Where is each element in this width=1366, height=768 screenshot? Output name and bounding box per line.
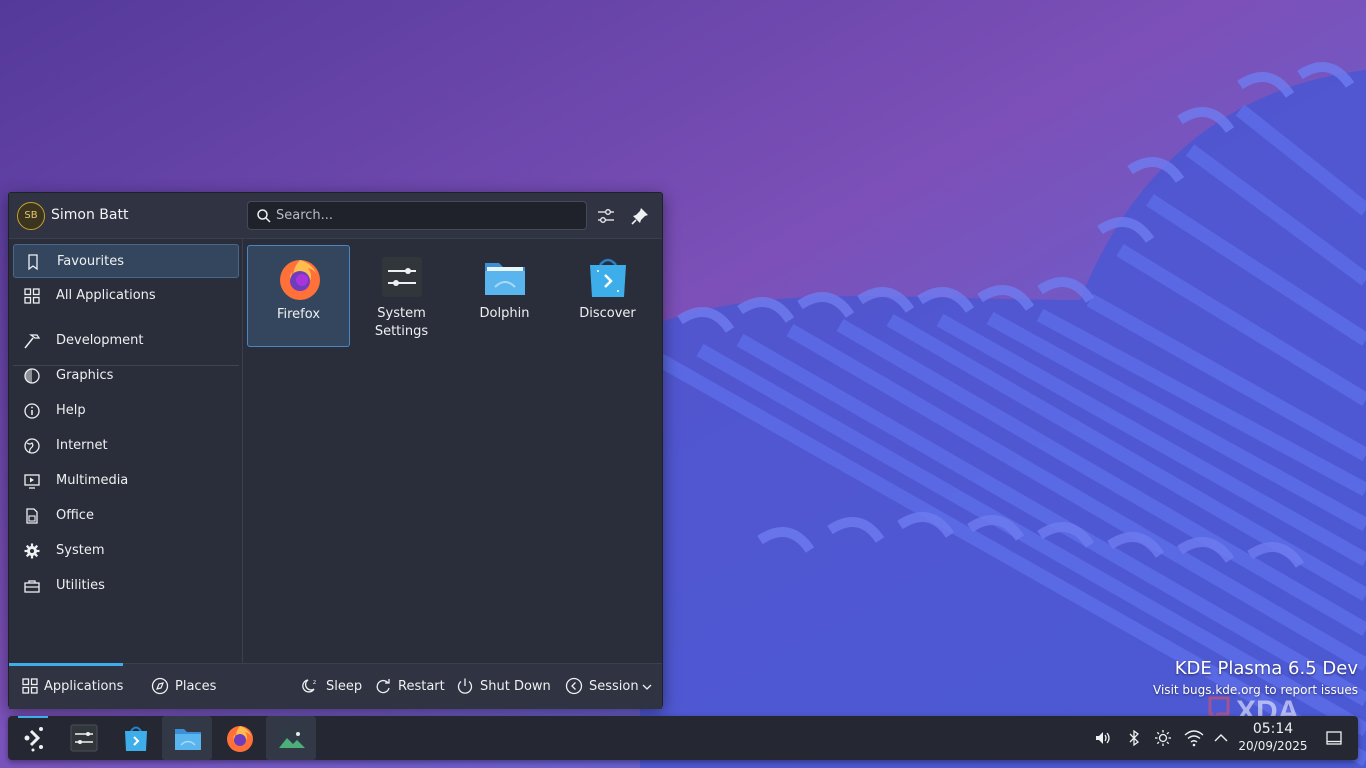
bookmark-icon [28, 254, 38, 271]
sidebar-item-label: Development [56, 333, 144, 348]
info-icon [24, 403, 40, 419]
sleep-label: Sleep [326, 679, 363, 694]
user-name: Simon Batt [51, 207, 129, 223]
favourite-discover[interactable]: Discover [556, 245, 659, 347]
task-firefox[interactable] [214, 716, 264, 760]
sidebar-item-label: System [56, 543, 105, 558]
system-settings-icon [382, 257, 422, 297]
sidebar-item-label: Internet [56, 438, 108, 453]
favourite-label: Firefox [276, 307, 321, 322]
grid-icon [24, 288, 40, 304]
hammer-icon [24, 334, 41, 349]
discover-icon [590, 258, 626, 297]
task-spectacle[interactable] [266, 716, 316, 760]
bluetooth-icon[interactable] [1125, 729, 1143, 747]
sidebar-item-help[interactable]: Help [13, 394, 239, 428]
sleep-icon: z [302, 679, 316, 693]
search-box[interactable] [247, 201, 587, 230]
favourite-dolphin[interactable]: Dolphin [453, 245, 556, 347]
multimedia-icon [24, 474, 40, 489]
sidebar-item-label: All Applications [56, 288, 156, 303]
application-launcher: SB Simon Batt Favourites All Applicat [8, 192, 663, 709]
configure-icon[interactable] [595, 205, 617, 227]
compass-icon [151, 677, 169, 695]
favourite-firefox[interactable]: Firefox [247, 245, 350, 347]
digital-clock[interactable]: 05:14 20/09/2025 [1236, 720, 1310, 754]
sidebar-item-favourites[interactable]: Favourites [13, 244, 239, 278]
spectacle-icon [279, 728, 305, 748]
toolbox-icon [24, 580, 40, 593]
task-dolphin[interactable] [162, 716, 212, 760]
wifi-icon[interactable] [1184, 729, 1204, 747]
grid-icon [22, 678, 38, 694]
system-settings-icon [70, 724, 98, 752]
globe-icon [24, 438, 40, 454]
volume-icon[interactable] [1093, 729, 1111, 747]
dolphin-icon [485, 263, 525, 295]
tab-label: Applications [44, 679, 124, 694]
clock-time: 05:14 [1252, 721, 1294, 737]
tab-places[interactable]: Places [139, 664, 229, 710]
brightness-icon[interactable] [1154, 729, 1172, 747]
firefox-icon [280, 260, 320, 300]
favourite-label: Dolphin [479, 306, 530, 321]
sidebar-item-label: Multimedia [56, 473, 129, 488]
sidebar-item-graphics[interactable]: Graphics [13, 359, 239, 393]
discover-icon [125, 726, 147, 751]
sidebar-item-utilities[interactable]: Utilities [13, 569, 239, 603]
gear-icon [24, 543, 40, 559]
sidebar-item-office[interactable]: Office [13, 499, 239, 533]
task-system-settings[interactable] [58, 716, 108, 760]
avatar[interactable]: SB [17, 202, 45, 230]
tab-applications[interactable]: Applications [9, 663, 124, 710]
session-label: Session [589, 679, 639, 694]
watermark-title: KDE Plasma 6.5 Dev [1174, 658, 1358, 679]
taskbar: 05:14 20/09/2025 [8, 716, 1358, 760]
favourite-system-settings[interactable]: System Settings [350, 245, 453, 347]
sidebar-item-system[interactable]: System [13, 534, 239, 568]
kde-launcher-icon [24, 727, 43, 752]
session-button[interactable]: Session [565, 664, 657, 710]
chevron-down-icon [642, 684, 652, 690]
power-icon [457, 678, 473, 694]
restart-icon [376, 679, 390, 694]
chevron-up-icon[interactable] [1212, 729, 1230, 747]
sidebar-item-label: Favourites [57, 254, 124, 269]
session-icon [565, 677, 583, 695]
tab-label: Places [175, 679, 217, 694]
task-discover[interactable] [110, 716, 160, 760]
search-input[interactable] [276, 202, 576, 229]
favourite-label: Discover [579, 306, 636, 321]
category-sidebar: Favourites All Applications Development … [9, 239, 243, 663]
sidebar-item-label: Utilities [56, 578, 105, 593]
shut-down-label: Shut Down [480, 679, 551, 694]
sidebar-item-development[interactable]: Development [13, 324, 239, 358]
graphics-icon [24, 368, 40, 384]
sidebar-item-all-applications[interactable]: All Applications [13, 279, 239, 313]
pin-icon[interactable] [629, 205, 651, 227]
restart-label: Restart [398, 679, 445, 694]
kde-launcher-button[interactable] [8, 716, 58, 760]
sidebar-item-label: Graphics [56, 368, 114, 383]
favourite-label: System Settings [374, 306, 429, 339]
sidebar-item-internet[interactable]: Internet [13, 429, 239, 463]
firefox-icon [227, 726, 253, 752]
launcher-header: SB Simon Batt [9, 193, 662, 239]
plasma-watermark: KDE Plasma 6.5 Dev Visit bugs.kde.org to… [1153, 658, 1358, 698]
sidebar-item-label: Help [56, 403, 86, 418]
dolphin-icon [175, 729, 201, 750]
show-desktop-icon[interactable] [1325, 729, 1343, 747]
launcher-footer: Applications Places z Sleep Restart Shut… [9, 663, 662, 709]
search-icon [257, 209, 271, 223]
sleep-button[interactable]: z Sleep [302, 664, 362, 710]
shut-down-button[interactable]: Shut Down [456, 664, 551, 710]
restart-button[interactable]: Restart [374, 664, 445, 710]
sidebar-item-label: Office [56, 508, 94, 523]
sidebar-item-multimedia[interactable]: Multimedia [13, 464, 239, 498]
clock-date: 20/09/2025 [1238, 739, 1308, 753]
svg-text:z: z [313, 679, 316, 686]
office-icon [26, 508, 38, 524]
